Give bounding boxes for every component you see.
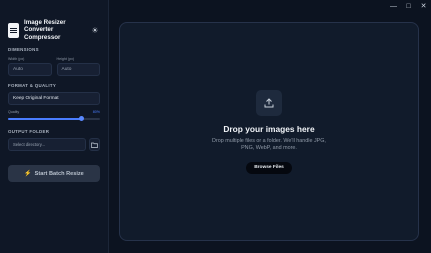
width-caption: Width (px) (8, 57, 25, 61)
height-caption: Height (px) (56, 57, 75, 61)
height-input[interactable]: Auto (56, 63, 100, 76)
width-input[interactable]: Auto (8, 63, 52, 76)
app-logo-icon (8, 22, 19, 38)
quality-value: 80% (92, 110, 100, 114)
app-title-line1: Image Resizer (24, 18, 66, 26)
drop-zone[interactable]: Drop your images here Drop multiple file… (119, 22, 419, 241)
app-title: Image Resizer Converter Compressor (24, 19, 85, 42)
app-title-line2: Converter Compressor (24, 26, 61, 41)
start-batch-resize-label: Start Batch Resize (34, 170, 84, 177)
height-field-group: Height (px) Auto (56, 57, 100, 76)
quality-slider[interactable] (8, 116, 100, 122)
output-folder-input[interactable]: Select directory... (8, 138, 86, 151)
close-button[interactable]: ✕ (416, 0, 431, 12)
dimensions-fields: Width (px) Auto Height (px) Auto (8, 57, 100, 76)
app-brand: Image Resizer Converter Compressor ☀ (8, 19, 100, 42)
output-folder-label: OUTPUT FOLDER (8, 129, 50, 134)
sidebar: Image Resizer Converter Compressor ☀ DIM… (0, 0, 109, 253)
bolt-icon: ⚡ (24, 171, 32, 177)
quality-slider-thumb[interactable] (79, 116, 85, 121)
browse-files-button[interactable]: Browse Files (246, 161, 292, 174)
window-controls: — □ ✕ (386, 0, 431, 12)
minimize-button[interactable]: — (386, 0, 401, 12)
quality-row: Quality 80% (8, 110, 100, 114)
maximize-button[interactable]: □ (401, 0, 416, 12)
width-field-group: Width (px) Auto (8, 57, 52, 76)
quality-slider-fill (8, 118, 82, 120)
folder-icon[interactable] (89, 138, 100, 151)
output-folder-row: Select directory... (8, 138, 100, 151)
start-batch-resize-button[interactable]: ⚡ Start Batch Resize (8, 165, 100, 182)
drop-zone-title: Drop your images here (223, 123, 315, 134)
format-select[interactable]: Keep Original Format (8, 92, 100, 105)
drop-zone-subtitle: Drop multiple files or a folder. We'll h… (212, 137, 326, 152)
format-quality-label: FORMAT & QUALITY (8, 83, 57, 88)
sun-icon[interactable]: ☀ (90, 25, 100, 35)
dimensions-label: DIMENSIONS (8, 47, 39, 52)
quality-label: Quality (8, 110, 20, 114)
upload-icon (256, 89, 282, 116)
